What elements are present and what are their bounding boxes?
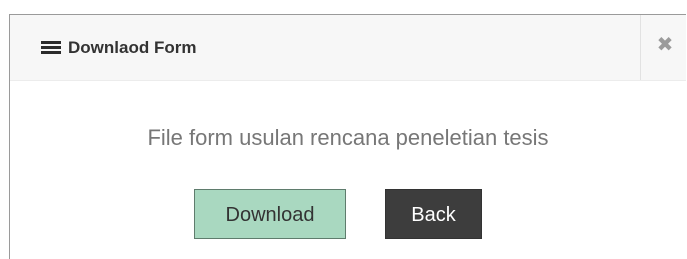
back-button[interactable]: Back bbox=[385, 189, 482, 239]
close-icon[interactable]: ✖ bbox=[655, 33, 675, 57]
download-button[interactable]: Download bbox=[194, 189, 346, 239]
dialog-header: Downlaod Form ✖ bbox=[10, 15, 686, 81]
header-divider bbox=[640, 15, 641, 80]
dialog-title: Downlaod Form bbox=[68, 38, 197, 57]
hamburger-menu-icon bbox=[41, 41, 61, 55]
dialog-message: File form usulan rencana peneletian tesi… bbox=[147, 125, 549, 150]
download-form-dialog: Downlaod Form ✖ File form usulan rencana… bbox=[9, 14, 686, 259]
